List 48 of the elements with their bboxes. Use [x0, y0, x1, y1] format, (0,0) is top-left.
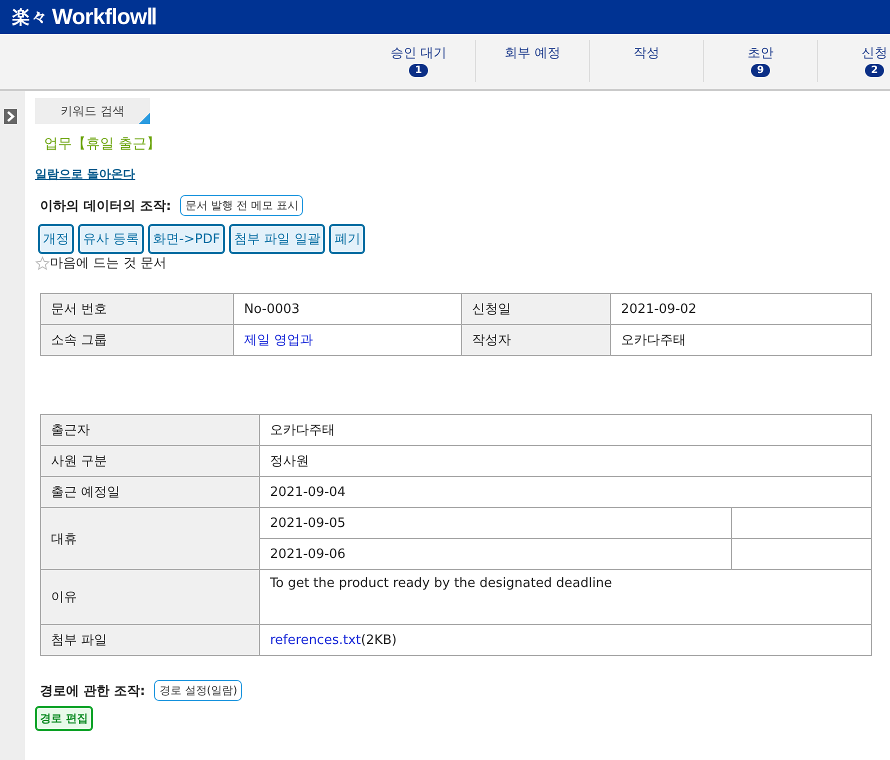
table-cell: No-0003: [234, 294, 462, 324]
count-badge: 1: [409, 64, 428, 77]
nav-tab[interactable]: 회부 예정: [476, 40, 590, 82]
favorite-label: 마음에 드는 것 문서: [50, 255, 166, 272]
table-cell: 이유: [40, 570, 260, 624]
table-cell: 소속 그룹: [40, 324, 234, 356]
nav-tab[interactable]: 초안 9: [704, 40, 818, 82]
table-cell: 문서 번호: [40, 294, 234, 324]
keyword-search-tab[interactable]: 키워드 검색: [35, 98, 150, 124]
logo-mark: 楽々: [12, 6, 48, 29]
table-cell: 오카다주태: [260, 414, 872, 446]
table-cell: 정사원: [260, 446, 872, 476]
nav-tab[interactable]: 작성: [590, 40, 704, 82]
table-cell: 대휴: [40, 508, 260, 570]
table-cell: 오카다주태: [610, 324, 872, 356]
page-title: 업무【휴일 출근】: [44, 135, 162, 153]
expand-arrow-icon[interactable]: [4, 109, 17, 124]
table-cell: 2021-09-04: [260, 476, 872, 508]
back-link[interactable]: 일람으로 돌아온다: [35, 166, 136, 183]
nav-tab[interactable]: 승인 대기 1: [362, 40, 476, 82]
table-cell: 출근자: [40, 414, 260, 446]
star-icon[interactable]: [35, 256, 50, 270]
action-button[interactable]: 개정: [38, 224, 74, 254]
logo-text: WorkflowⅡ: [52, 4, 158, 30]
route-settings-button[interactable]: 경로 설정(일람): [154, 680, 242, 701]
file-size: (2KB): [360, 632, 397, 648]
action-button[interactable]: 유사 등록: [78, 224, 144, 254]
table-cell: 2021-09-06: [260, 538, 732, 570]
table-cell: To get the product ready by the designated deadline: [260, 570, 872, 624]
table-cell: 신청일: [462, 294, 610, 324]
group-link[interactable]: 제일 영업과: [244, 333, 314, 348]
table-cell: 작성자: [462, 324, 610, 356]
action-button[interactable]: 첨부 파일 일괄: [229, 224, 326, 254]
table-cell: 2021-09-05: [260, 508, 732, 538]
section-label: 경로에 관한 조작:: [40, 682, 146, 700]
action-button[interactable]: 화면->PDF: [148, 224, 226, 254]
count-badge: 9: [751, 64, 770, 77]
section-label: 이하의 데이터의 조작:: [40, 198, 172, 214]
table-cell: 2021-09-02: [610, 294, 872, 324]
route-edit-button[interactable]: 경로 편집: [35, 706, 93, 731]
count-badge: 2: [865, 64, 884, 77]
table-cell: 첨부 파일: [40, 624, 260, 656]
nav-tab[interactable]: 신청 2: [818, 40, 890, 82]
memo-button[interactable]: 문서 발행 전 메모 표시: [180, 195, 304, 216]
action-button[interactable]: 폐기: [329, 224, 366, 254]
table-cell: 출근 예정일: [40, 476, 260, 508]
file-link[interactable]: references.txt: [270, 632, 361, 648]
table-cell: 사원 구분: [40, 446, 260, 476]
